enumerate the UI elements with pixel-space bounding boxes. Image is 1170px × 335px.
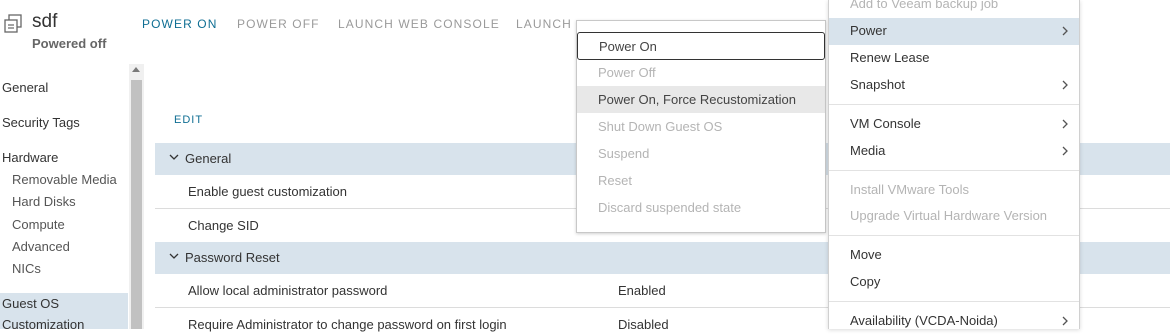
power-submenu: Power On Power Off Power On, Force Recus… [576, 20, 826, 233]
section-title: General [185, 151, 232, 166]
menu-item-upgrade-virtual-hardware-version: Upgrade Virtual Hardware Version [829, 203, 1079, 230]
menu-item-label: Snapshot [850, 77, 905, 92]
menu-item-vm-console[interactable]: VM Console [829, 111, 1079, 138]
sidebar-item-nics[interactable]: NICs [12, 261, 41, 276]
menu-item-label: Reset [598, 173, 632, 188]
menu-item-label: Availability (VCDA-Noida) [850, 313, 998, 328]
chevron-down-icon [169, 253, 179, 259]
menu-item-label: Add to Veeam backup job [850, 0, 999, 11]
menu-item-snapshot[interactable]: Snapshot [829, 72, 1079, 99]
menu-item-label: Power On [599, 39, 657, 54]
menu-item-shut-down-guest-os: Shut Down Guest OS [577, 113, 825, 140]
section-title: Password Reset [185, 250, 280, 265]
row-label: Change SID [188, 218, 259, 233]
menu-item-move[interactable]: Move [829, 242, 1079, 269]
menu-item-label: VM Console [850, 116, 921, 131]
menu-item-renew-lease[interactable]: Renew Lease [829, 45, 1079, 72]
row-label: Require Administrator to change password… [188, 317, 507, 332]
menu-item-label: Install VMware Tools [850, 182, 969, 197]
menu-item-add-to-veeam-backup-job: Add to Veeam backup job [829, 0, 1079, 18]
menu-item-power-on[interactable]: Power On [577, 32, 825, 60]
menu-item-reset: Reset [577, 167, 825, 194]
menu-item-label: Shut Down Guest OS [598, 119, 723, 134]
chevron-right-icon [1062, 26, 1068, 36]
menu-item-suspend: Suspend [577, 140, 825, 167]
scrollbar-thumb[interactable] [131, 80, 142, 329]
edit-button[interactable]: EDIT [174, 114, 203, 126]
sidebar-scrollbar[interactable] [129, 64, 144, 329]
menu-item-copy[interactable]: Copy [829, 269, 1079, 296]
sidebar-item-hardware[interactable]: Hardware [2, 150, 58, 165]
sidebar-item-guest-os-customization[interactable]: Guest OS Customization [0, 293, 128, 332]
menu-item-label: Upgrade Virtual Hardware Version [850, 208, 1048, 223]
sidebar-item-advanced[interactable]: Advanced [12, 239, 70, 254]
launch-web-console-action[interactable]: LAUNCH WEB CONSOLE [338, 17, 500, 31]
menu-item-power-on-force-recustomization[interactable]: Power On, Force Recustomization [577, 86, 825, 113]
menu-item-label: Discard suspended state [598, 200, 742, 215]
menu-item-label: Renew Lease [850, 50, 930, 65]
vm-state: Powered off [32, 36, 107, 51]
sidebar-item-label: Guest OS [2, 296, 60, 311]
menu-item-label: Power On, Force Recustomization [598, 92, 796, 107]
menu-item-media[interactable]: Media [829, 138, 1079, 165]
power-on-action[interactable]: POWER ON [142, 17, 217, 31]
row-value: Enabled [618, 283, 666, 298]
chevron-right-icon [1062, 80, 1068, 90]
menu-item-label: Copy [850, 274, 881, 289]
sidebar-item-compute[interactable]: Compute [12, 217, 65, 232]
menu-item-label: Power Off [598, 65, 656, 80]
sidebar-item-removable-media[interactable]: Removable Media [12, 172, 117, 187]
menu-item-availability[interactable]: Availability (VCDA-Noida) [829, 308, 1079, 335]
menu-separator [829, 104, 1079, 105]
menu-item-label: Media [850, 143, 886, 158]
scroll-up-icon[interactable] [132, 67, 140, 72]
menu-separator [829, 170, 1079, 171]
launch-action[interactable]: LAUNCH [516, 17, 572, 31]
sidebar-item-general[interactable]: General [2, 80, 48, 95]
chevron-right-icon [1062, 146, 1068, 156]
menu-item-label: Power [850, 23, 887, 38]
row-label: Allow local administrator password [188, 283, 388, 298]
menu-item-discard-suspended-state: Discard suspended state [577, 194, 825, 221]
menu-item-power[interactable]: Power [829, 18, 1079, 45]
sidebar-item-label: Customization [2, 317, 85, 332]
vm-context-menu: Add to Veeam backup job Power Renew Leas… [828, 0, 1080, 329]
menu-separator [829, 301, 1079, 302]
row-label: Enable guest customization [188, 184, 347, 199]
menu-item-install-vmware-tools: Install VMware Tools [829, 177, 1079, 204]
row-value: Disabled [618, 317, 669, 332]
vm-icon [4, 14, 22, 33]
menu-item-label: Move [850, 247, 882, 262]
sidebar: General Security Tags Hardware Removable… [0, 64, 146, 332]
menu-separator [829, 235, 1079, 236]
sidebar-item-security-tags[interactable]: Security Tags [2, 115, 80, 130]
chevron-right-icon [1062, 316, 1068, 326]
power-off-action[interactable]: POWER OFF [237, 17, 320, 31]
sidebar-item-hard-disks[interactable]: Hard Disks [12, 194, 76, 209]
menu-item-power-off: Power Off [577, 59, 825, 86]
vm-name: sdf [32, 11, 58, 32]
chevron-right-icon [1062, 119, 1068, 129]
chevron-down-icon [169, 154, 179, 160]
menu-item-label: Suspend [598, 146, 650, 161]
